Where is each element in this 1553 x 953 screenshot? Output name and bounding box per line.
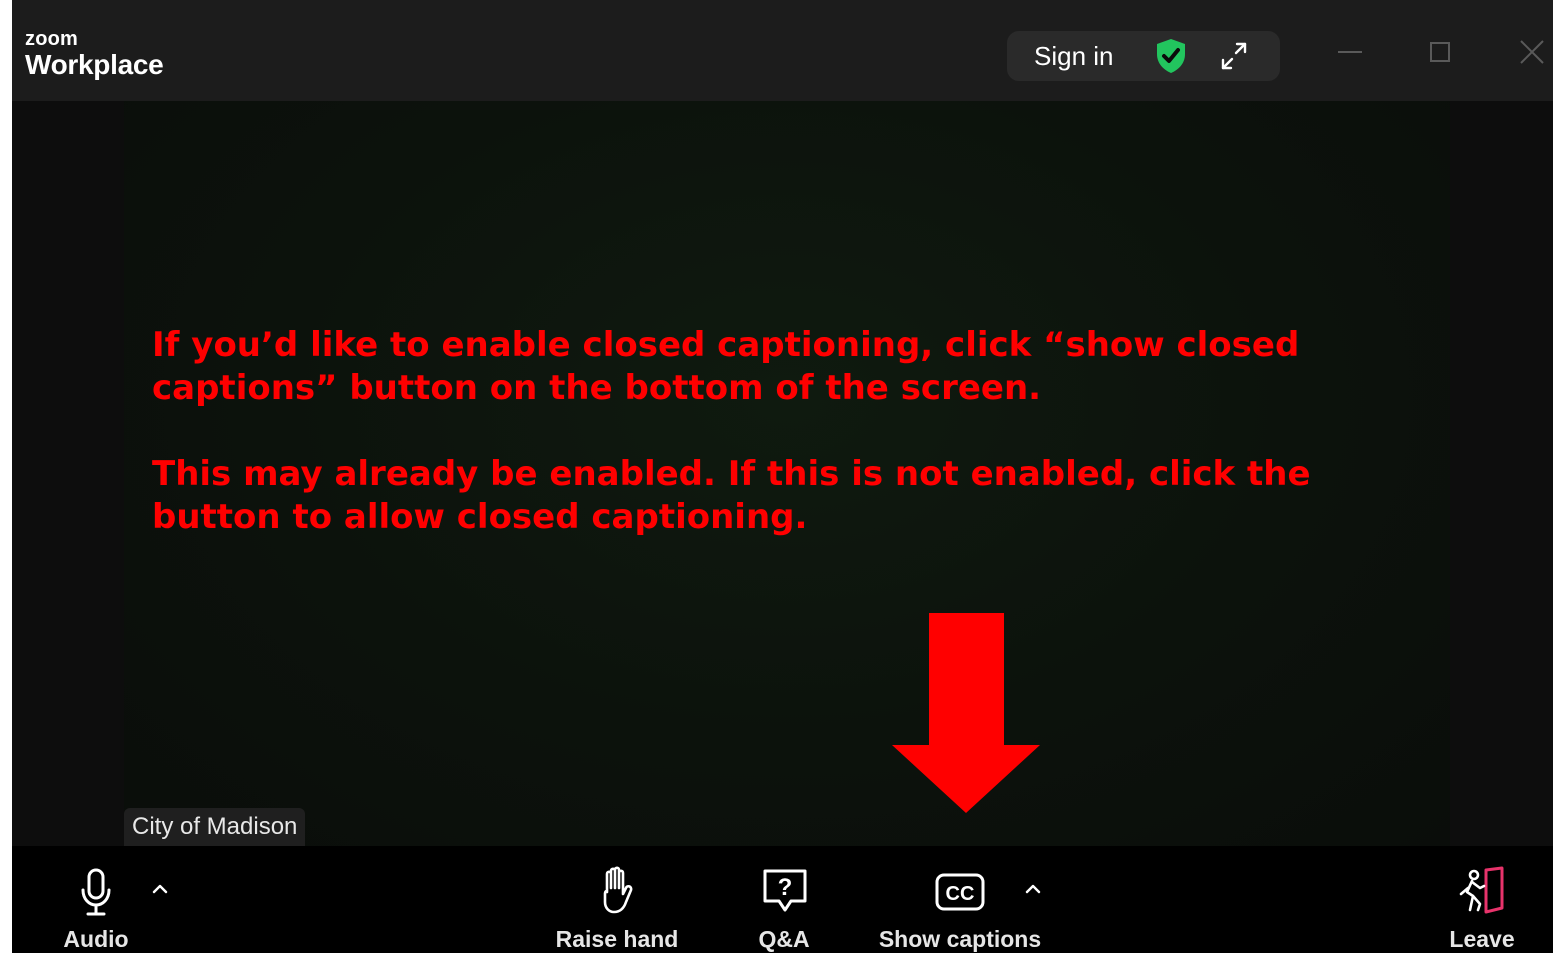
instruction-paragraph-1: If you’d like to enable closed captionin… — [152, 325, 1300, 408]
leave-label: Leave — [1449, 926, 1515, 952]
arrow-down-icon — [892, 613, 1040, 813]
app-logo: zoom Workplace — [25, 28, 164, 82]
svg-text:?: ? — [778, 874, 793, 901]
raise-hand-label: Raise hand — [555, 926, 679, 952]
instruction-paragraph-2: This may already be enabled. If this is … — [152, 454, 1311, 537]
participant-name-tag: City of Madison — [124, 808, 306, 846]
audio-button[interactable]: Audio — [56, 846, 136, 953]
svg-text:CC: CC — [946, 883, 975, 905]
leave-button[interactable]: Leave — [1442, 846, 1522, 953]
maximize-icon[interactable] — [1420, 32, 1460, 72]
zoom-window: zoom Workplace Sign in If you’d like to … — [12, 0, 1553, 953]
microphone-icon — [81, 868, 111, 916]
raise-hand-button[interactable]: Raise hand — [550, 846, 684, 953]
close-icon[interactable] — [1512, 32, 1552, 72]
caption-instructions: If you’d like to enable closed captionin… — [152, 324, 1422, 582]
meeting-toolbar: Audio Raise hand ? Q&A CC Show captions — [12, 846, 1553, 953]
signin-bar: Sign in — [1007, 31, 1280, 81]
hand-icon — [603, 866, 633, 914]
shield-check-icon[interactable] — [1153, 37, 1189, 75]
qa-button[interactable]: ? Q&A — [744, 846, 824, 953]
minimize-icon[interactable] — [1330, 32, 1370, 72]
chevron-up-icon[interactable] — [150, 882, 170, 896]
audio-label: Audio — [63, 926, 129, 952]
video-area: If you’d like to enable closed captionin… — [12, 101, 1553, 846]
leave-door-icon — [1459, 866, 1504, 914]
cc-icon: CC — [935, 873, 985, 911]
question-bubble-icon: ? — [763, 869, 807, 912]
expand-icon[interactable] — [1217, 39, 1251, 73]
sign-in-button[interactable]: Sign in — [1034, 42, 1114, 70]
show-captions-button[interactable]: CC Show captions — [878, 846, 1042, 953]
brand-workplace: Workplace — [25, 49, 164, 80]
chevron-up-icon[interactable] — [1023, 882, 1043, 896]
brand-zoom: zoom — [25, 28, 79, 50]
title-bar: zoom Workplace Sign in — [12, 0, 1553, 101]
qa-label: Q&A — [758, 926, 810, 952]
show-captions-label: Show captions — [878, 926, 1042, 952]
